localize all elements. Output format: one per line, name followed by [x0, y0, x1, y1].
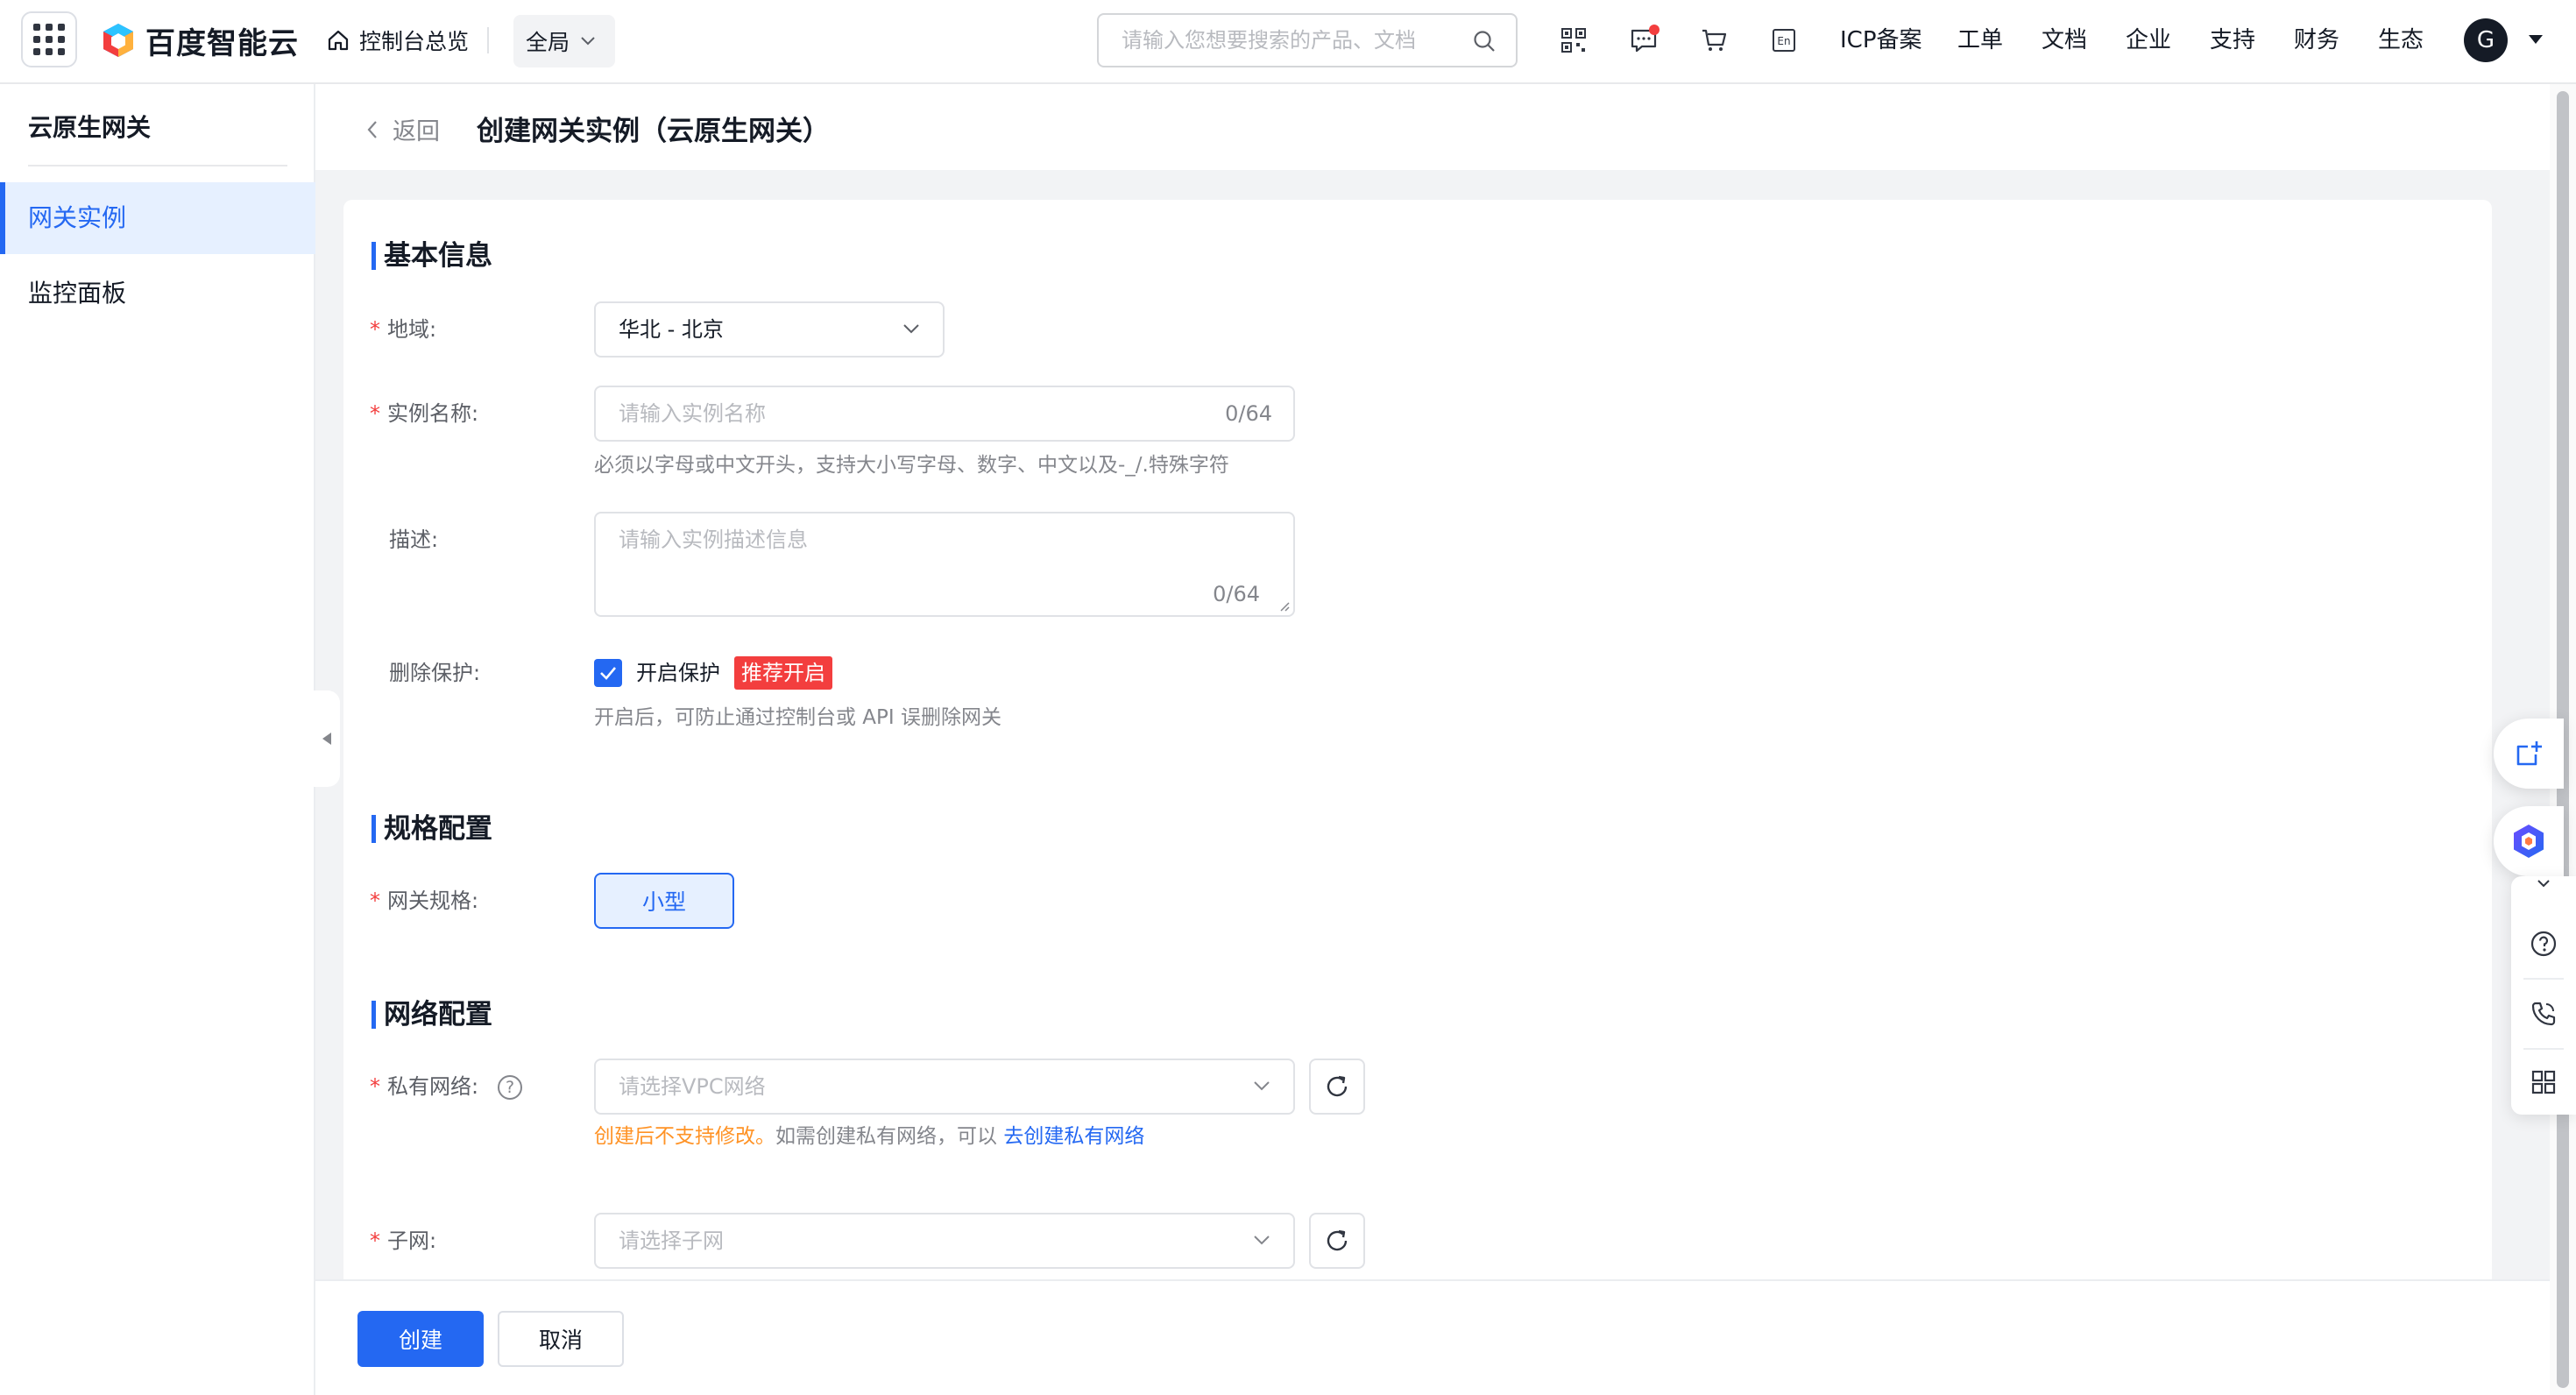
- home-icon: [328, 30, 349, 51]
- delete-protection-checkbox-label[interactable]: 开启保护: [636, 655, 720, 690]
- vpc-label: * 私有网络:?: [370, 1069, 598, 1104]
- top-bar: 百度智能云 控制台总览 全局 En ICP备案 工单 文档 企业 支持 财务 生…: [0, 0, 2576, 84]
- ai-assistant-icon: [2514, 825, 2544, 858]
- help-icon[interactable]: ?: [498, 1075, 523, 1100]
- chevron-down-icon: [581, 37, 595, 46]
- resize-handle-icon[interactable]: [1279, 601, 1290, 612]
- divider: [487, 27, 489, 53]
- region-value: 华北 - 北京: [619, 317, 724, 342]
- back-button[interactable]: 返回: [366, 112, 440, 146]
- collapse-toolbar-icon[interactable]: [2511, 871, 2576, 896]
- description-counter: 0/64: [1213, 582, 1260, 606]
- sidebar-title: 云原生网关: [28, 113, 152, 142]
- add-note-button[interactable]: [2494, 719, 2564, 789]
- refresh-icon: [1327, 1229, 1348, 1251]
- instance-name-counter: 0/64: [1225, 401, 1272, 426]
- create-vpc-link[interactable]: 去创建私有网络: [1003, 1125, 1144, 1148]
- account-caret-icon[interactable]: [2529, 35, 2543, 44]
- nav-link-docs[interactable]: 文档: [2042, 25, 2087, 56]
- description-label: 描述:: [389, 528, 439, 552]
- subnet-label: * 子网:: [370, 1229, 437, 1253]
- help-circle-icon[interactable]: [2511, 910, 2576, 978]
- create-button[interactable]: 创建: [357, 1311, 484, 1367]
- vpc-warning-text: 创建后不支持修改。: [594, 1125, 775, 1148]
- qrcode-icon[interactable]: [1558, 25, 1589, 56]
- ai-assistant-button[interactable]: [2494, 806, 2564, 876]
- nav-link-ecosystem[interactable]: 生态: [2378, 25, 2424, 56]
- gateway-spec-label: * 网关规格:: [370, 889, 479, 913]
- subnet-select[interactable]: 请选择子网: [594, 1213, 1295, 1269]
- message-icon[interactable]: [1628, 25, 1660, 56]
- spec-option-small[interactable]: 小型: [594, 873, 734, 929]
- avatar[interactable]: G: [2464, 18, 2508, 62]
- vpc-select[interactable]: 请选择VPC网络: [594, 1059, 1295, 1115]
- subnet-placeholder: 请选择子网: [619, 1229, 724, 1253]
- form-card: 基本信息 * 地域: 华北 - 北京 * 实例名称: 请输入实例名称 0/64 必须…: [343, 200, 2492, 1286]
- chevron-down-icon: [1254, 1236, 1270, 1245]
- search-input[interactable]: [1122, 28, 1454, 53]
- vpc-hint: 创建后不支持修改。如需创建私有网络，可以 去创建私有网络: [594, 1122, 1144, 1151]
- scope-dropdown[interactable]: 全局: [513, 15, 615, 67]
- cart-icon[interactable]: [1698, 25, 1730, 56]
- subnet-refresh-button[interactable]: [1309, 1213, 1365, 1269]
- region-label: * 地域:: [370, 317, 437, 342]
- chevron-down-icon: [903, 324, 919, 334]
- collapse-arrow-icon: [322, 733, 331, 745]
- nav-link-finance[interactable]: 财务: [2294, 25, 2339, 56]
- instance-name-input[interactable]: 请输入实例名称 0/64: [594, 386, 1295, 442]
- page-header: 返回 创建网关实例（云原生网关）: [315, 84, 2550, 170]
- divider: [28, 165, 287, 166]
- instance-name-placeholder: 请输入实例名称: [619, 401, 766, 426]
- side-toolbar: [2511, 876, 2576, 1115]
- brand-name: 百度智能云: [145, 25, 299, 61]
- refresh-icon: [1327, 1075, 1348, 1097]
- search-icon[interactable]: [1472, 29, 1497, 53]
- delete-protection-hint: 开启后，可防止通过控制台或 API 误删除网关: [594, 706, 1002, 729]
- chevron-down-icon: [1254, 1081, 1270, 1091]
- console-home-link[interactable]: 控制台总览: [326, 23, 469, 58]
- console-home-label: 控制台总览: [359, 29, 470, 54]
- apps-icon[interactable]: [2511, 1048, 2576, 1116]
- chevron-left-icon: [367, 120, 377, 138]
- region-select[interactable]: 华北 - 北京: [594, 301, 945, 358]
- back-label: 返回: [393, 118, 440, 145]
- language-badge: En: [1777, 35, 1790, 47]
- delete-protection-checkbox[interactable]: [594, 659, 622, 687]
- sidebar: 云原生网关 网关实例 监控面板: [0, 84, 315, 1395]
- cancel-button[interactable]: 取消: [498, 1311, 624, 1367]
- baidu-cloud-logo-icon: [103, 24, 133, 57]
- phone-icon[interactable]: [2511, 980, 2576, 1048]
- section-title-basic: 基本信息: [372, 238, 492, 273]
- section-title-spec: 规格配置: [372, 811, 492, 846]
- instance-name-label: * 实例名称:: [370, 401, 479, 426]
- sidebar-collapse-toggle[interactable]: [314, 690, 340, 787]
- nav-link-support[interactable]: 支持: [2210, 25, 2255, 56]
- check-icon: [600, 667, 616, 680]
- global-search[interactable]: [1097, 13, 1518, 67]
- recommend-badge: 推荐开启: [734, 656, 832, 690]
- vpc-placeholder: 请选择VPC网络: [619, 1074, 766, 1099]
- add-note-icon: [2516, 741, 2542, 766]
- form-footer: 创建 取消: [315, 1279, 2550, 1395]
- instance-name-hint: 必须以字母或中文开头，支持大小写字母、数字、中文以及-_/.特殊字符: [594, 454, 1229, 477]
- nav-link-ticket[interactable]: 工单: [1957, 25, 2003, 56]
- vpc-hint-text: 如需创建私有网络，可以: [775, 1125, 1004, 1148]
- description-placeholder: 请输入实例描述信息: [619, 528, 808, 552]
- description-textarea[interactable]: 请输入实例描述信息 0/64: [594, 512, 1295, 617]
- apps-grid-icon[interactable]: [21, 11, 77, 67]
- language-switch-icon[interactable]: En: [1768, 25, 1800, 56]
- section-title-network: 网络配置: [372, 997, 492, 1032]
- sidebar-item-gateway-instances[interactable]: 网关实例: [0, 182, 315, 254]
- nav-link-enterprise[interactable]: 企业: [2126, 25, 2171, 56]
- vpc-refresh-button[interactable]: [1309, 1059, 1365, 1115]
- delete-protection-label: 删除保护:: [389, 661, 481, 685]
- page-title: 创建网关实例（云原生网关）: [477, 116, 830, 147]
- brand-logo[interactable]: 百度智能云: [100, 21, 299, 61]
- unread-dot: [1649, 25, 1660, 35]
- scope-label: 全局: [526, 30, 570, 55]
- nav-link-icp[interactable]: ICP备案: [1840, 25, 1922, 56]
- sidebar-item-monitoring-dashboard[interactable]: 监控面板: [0, 258, 315, 329]
